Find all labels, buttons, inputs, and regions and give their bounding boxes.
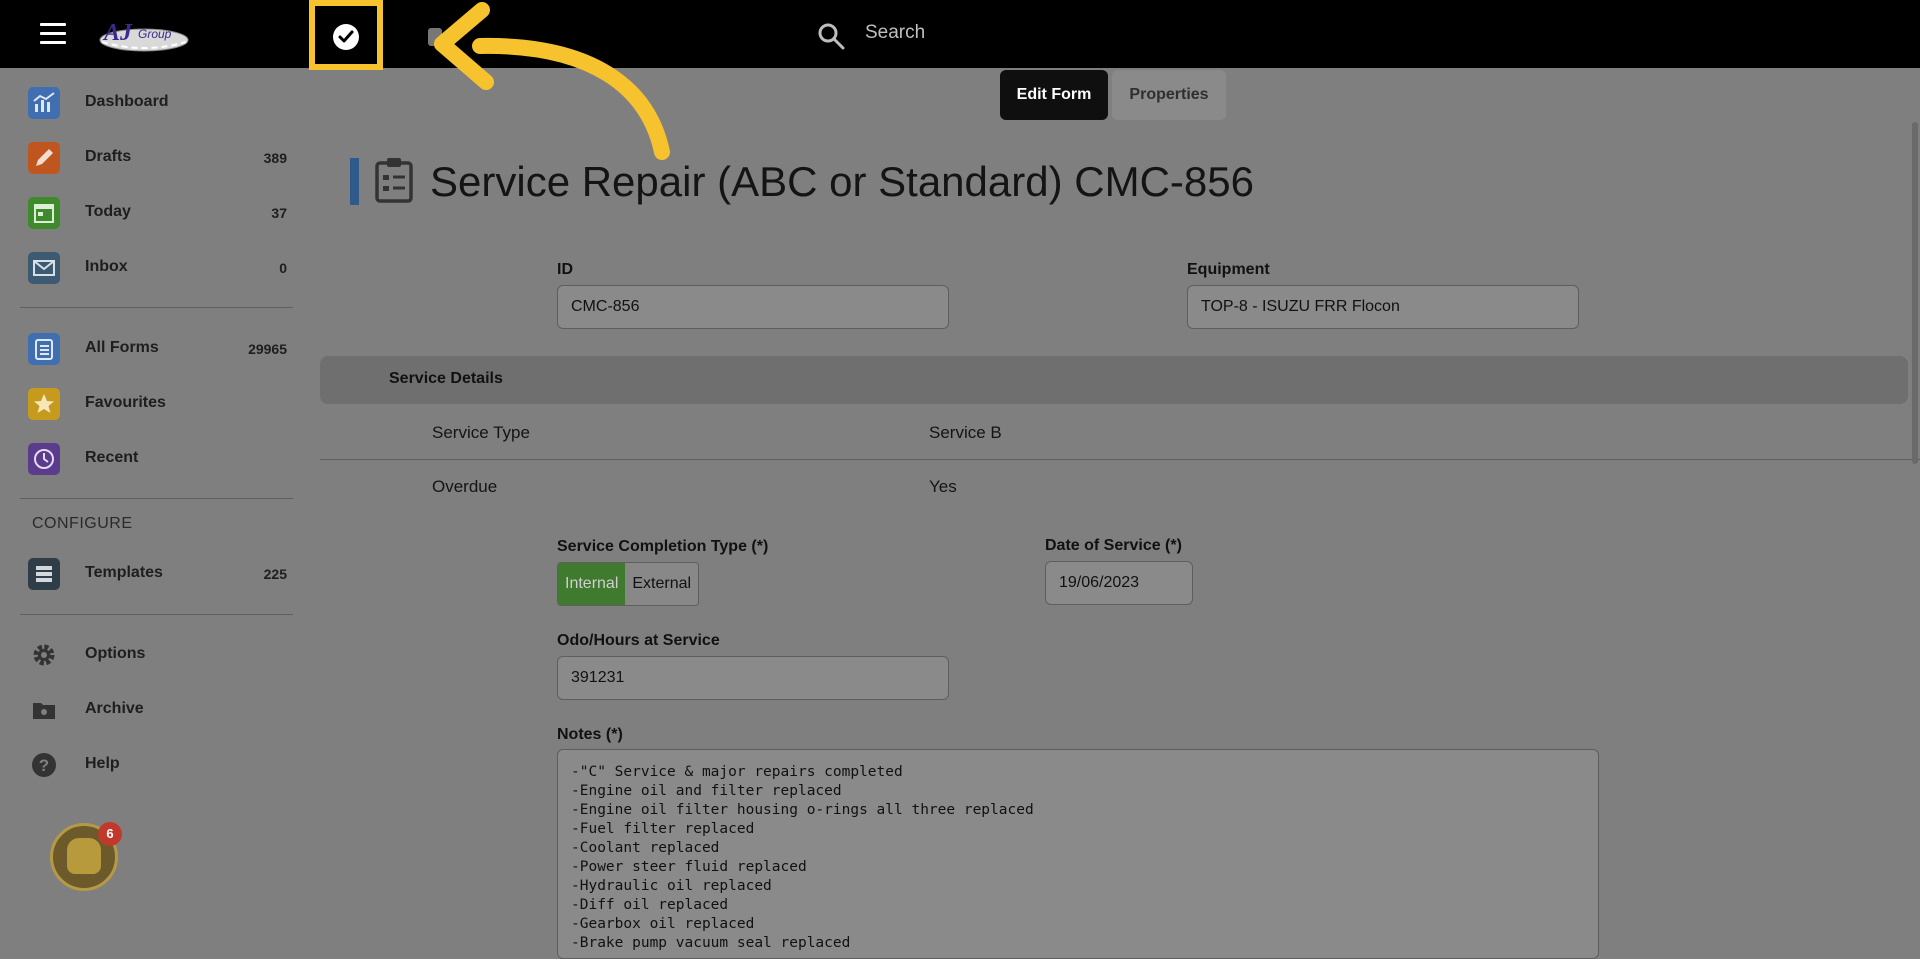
clock-icon (28, 443, 60, 475)
pointer-arrow-icon (434, 2, 670, 160)
section-header (320, 356, 1908, 404)
list-icon (28, 558, 60, 590)
robot-icon (67, 838, 101, 874)
odo-hours-field[interactable]: 391231 (557, 656, 949, 700)
sidebar-item-label: Help (85, 755, 120, 772)
sidebar-item-label: Options (85, 645, 146, 662)
sidebar-item-label: Favourites (85, 394, 166, 411)
sidebar-item-help[interactable]: ? Help (0, 743, 297, 787)
search-input[interactable]: Search (865, 22, 925, 44)
sidebar-item-count: 37 (271, 205, 287, 221)
calendar-icon (28, 197, 60, 229)
sidebar-item-label: Dashboard (85, 93, 169, 110)
sidebar-item-all-forms[interactable]: All Forms 29965 (0, 327, 297, 371)
top-bar: AJ Group Search (0, 0, 1920, 70)
notes-line: -Coolant replaced (571, 840, 720, 856)
sidebar-item-count: 225 (263, 566, 287, 582)
company-logo[interactable]: AJ Group (96, 14, 192, 54)
title-accent-bar (350, 158, 359, 205)
configure-heading: CONFIGURE (32, 515, 133, 532)
sidebar-item-archive[interactable]: Archive (0, 688, 297, 732)
sidebar-item-label: Recent (85, 449, 139, 466)
service-type-value: Service B (929, 423, 1002, 442)
mail-icon (28, 252, 60, 284)
star-icon (28, 388, 60, 420)
sidebar-item-label: Templates (85, 564, 163, 581)
equipment-label: Equipment (1187, 261, 1270, 278)
sidebar-item-inbox[interactable]: Inbox 0 (0, 246, 297, 290)
sidebar-item-drafts[interactable]: Drafts 389 (0, 136, 297, 180)
tab-properties[interactable]: Properties (1112, 70, 1226, 120)
notes-line: -Fuel filter replaced (571, 821, 755, 837)
clipboard-icon (374, 156, 414, 209)
notification-badge: 6 (98, 822, 122, 846)
notes-line: -Power steer fluid replaced (571, 859, 807, 875)
id-field[interactable]: CMC-856 (557, 285, 949, 329)
notes-label: Notes (*) (557, 726, 623, 743)
external-option[interactable]: External (625, 563, 699, 605)
sidebar-item-count: 29965 (248, 341, 287, 357)
row-divider (320, 459, 1920, 460)
sidebar-item-favourites[interactable]: Favourites (0, 382, 297, 426)
sidebar-item-label: Drafts (85, 148, 132, 165)
section-title: Service Details (389, 370, 503, 387)
search-icon[interactable] (817, 22, 845, 55)
gear-icon (28, 639, 60, 671)
pencil-icon (28, 142, 60, 174)
sidebar-divider (20, 307, 293, 308)
clipboard-icon (28, 333, 60, 365)
completion-type-toggle: Internal External (557, 562, 700, 606)
sidebar-item-label: All Forms (85, 339, 159, 356)
sidebar-item-today[interactable]: Today 37 (0, 191, 297, 235)
tab-edit-form[interactable]: Edit Form (1000, 70, 1108, 120)
page-title: Service Repair (ABC or Standard) CMC-856 (430, 158, 1254, 205)
notes-line: -Engine oil and filter replaced (571, 783, 842, 799)
overdue-value: Yes (929, 477, 957, 496)
notes-line: -"C" Service & major repairs completed (571, 764, 903, 780)
svg-text:AJ: AJ (102, 20, 133, 46)
equipment-field[interactable]: TOP-8 - ISUZU FRR Flocon (1187, 285, 1579, 329)
sidebar-item-recent[interactable]: Recent (0, 437, 297, 481)
notes-line: -Engine oil filter housing o-rings all t… (571, 802, 1034, 818)
page-scrollbar[interactable] (1912, 122, 1918, 464)
svg-text:Group: Group (138, 27, 172, 41)
help-icon: ? (28, 749, 60, 781)
overdue-key: Overdue (432, 477, 498, 496)
sidebar-item-options[interactable]: Options (0, 633, 297, 677)
folder-icon (28, 694, 60, 726)
sidebar-item-label: Inbox (85, 258, 128, 275)
notes-line: -Gearbox oil replaced (571, 916, 755, 932)
notes-line: -Hydraulic oil replaced (571, 878, 772, 894)
sidebar-item-label: Today (85, 203, 131, 220)
sidebar-item-dashboard[interactable]: Dashboard (0, 81, 297, 125)
odo-hours-label: Odo/Hours at Service (557, 632, 720, 649)
id-label: ID (557, 261, 573, 278)
notes-line: -Diff oil replaced (571, 897, 729, 913)
sidebar-divider (20, 614, 293, 615)
internal-option[interactable]: Internal (558, 563, 626, 605)
completion-type-label: Service Completion Type (*) (557, 538, 769, 555)
sidebar-item-count: 0 (279, 260, 287, 276)
sidebar-divider (20, 498, 293, 499)
check-icon[interactable] (333, 24, 359, 50)
svg-text:?: ? (39, 756, 49, 775)
sidebar: Dashboard Drafts 389 Today 37 Inbox 0 Al… (0, 68, 297, 942)
notes-line: -Brake pump vacuum seal replaced (571, 935, 851, 951)
date-of-service-label: Date of Service (*) (1045, 537, 1182, 554)
sidebar-item-templates[interactable]: Templates 225 (0, 552, 297, 596)
sidebar-item-label: Archive (85, 700, 144, 717)
sidebar-item-count: 389 (263, 150, 287, 166)
date-of-service-field[interactable]: 19/06/2023 (1045, 561, 1193, 605)
chart-icon (28, 87, 60, 119)
service-type-key: Service Type (432, 423, 530, 442)
notes-textarea[interactable]: -"C" Service & major repairs completed -… (557, 749, 1599, 959)
menu-icon[interactable] (40, 23, 66, 45)
